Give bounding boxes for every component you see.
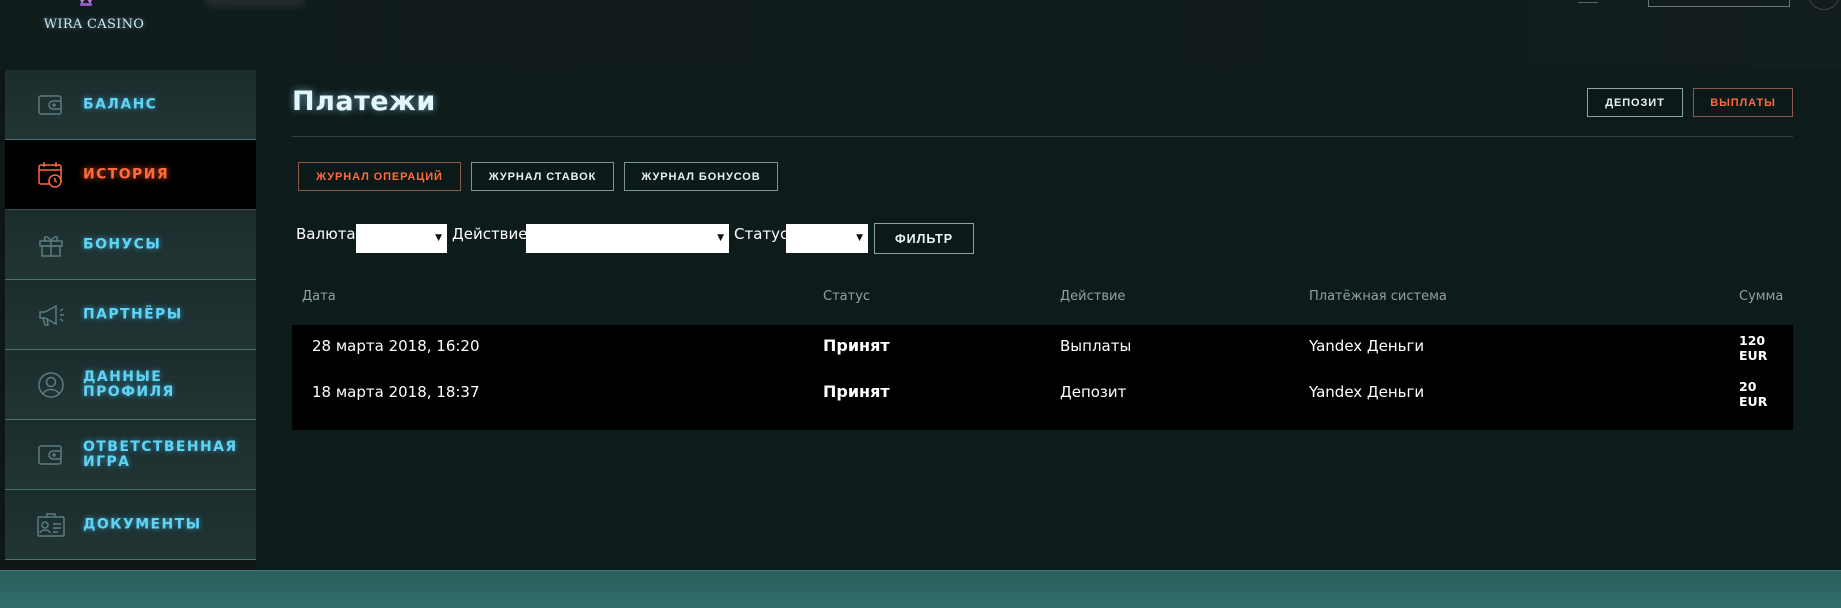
row-status: Принят xyxy=(823,336,890,355)
id-card-icon xyxy=(37,513,65,537)
sidebar-item-label: ДОКУМЕНТЫ xyxy=(83,516,202,532)
avatar[interactable] xyxy=(1808,0,1840,10)
top-header: WIRA CASINO xyxy=(0,0,1841,70)
tab-bets-log[interactable]: ЖУРНАЛ СТАВОК xyxy=(471,162,614,191)
column-header-payment-system: Платёжная система xyxy=(1309,289,1447,304)
row-amount: 120 EUR xyxy=(1739,333,1767,363)
sidebar-item-history[interactable]: ИСТОРИЯ xyxy=(5,140,256,210)
sidebar-item-balance[interactable]: БАЛАНС xyxy=(5,70,256,140)
sidebar-item-label: ИСТОРИЯ xyxy=(83,166,170,182)
wallet-icon xyxy=(38,95,62,115)
row-payment-system: Yandex Деньги xyxy=(1309,337,1425,355)
title-divider xyxy=(292,136,1793,137)
row-action: Депозит xyxy=(1060,383,1127,401)
action-select[interactable]: ▼ xyxy=(526,224,729,253)
sidebar-item-label: ПАРТНЁРЫ xyxy=(83,306,183,322)
dropdown-arrow-icon: ▼ xyxy=(856,233,863,243)
logo-text[interactable]: WIRA CASINO xyxy=(40,17,148,32)
amount-currency: EUR xyxy=(1739,394,1768,409)
status-select[interactable]: ▼ xyxy=(786,224,868,253)
row-payment-system: Yandex Деньги xyxy=(1309,383,1425,401)
column-header-action: Действие xyxy=(1060,289,1126,304)
sidebar-item-bonuses[interactable]: БОНУСЫ xyxy=(5,210,256,280)
row-date: 18 марта 2018, 18:37 xyxy=(312,383,480,401)
currency-select[interactable]: ▼ xyxy=(356,224,447,253)
calendar-clock-icon xyxy=(38,162,62,188)
wallet-icon xyxy=(38,445,62,465)
page-title: Платежи xyxy=(292,86,436,117)
tab-operations-log[interactable]: ЖУРНАЛ ОПЕРАЦИЙ xyxy=(298,162,461,191)
header-field[interactable] xyxy=(1648,0,1790,7)
footer-band xyxy=(0,570,1841,608)
action-label: Действие xyxy=(452,225,528,243)
sidebar-item-profile[interactable]: ДАННЫЕ ПРОФИЛЯ xyxy=(5,350,256,420)
filter-button[interactable]: ФИЛЬТР xyxy=(874,223,974,254)
user-icon xyxy=(38,372,64,398)
sidebar-item-partners[interactable]: ПАРТНЁРЫ xyxy=(5,280,256,350)
header-decoration xyxy=(205,0,305,8)
menu-icon[interactable] xyxy=(1578,2,1598,3)
megaphone-icon xyxy=(39,304,64,326)
dropdown-arrow-icon: ▼ xyxy=(435,233,442,243)
dropdown-arrow-icon: ▼ xyxy=(717,233,724,243)
sidebar: БАЛАНС ИСТОРИЯ БОНУСЫ ПАРТНЁРЫ ДАННЫЕ ПР… xyxy=(5,70,256,570)
row-date: 28 марта 2018, 16:20 xyxy=(312,337,480,355)
sidebar-item-label: ДАННЫЕ ПРОФИЛЯ xyxy=(83,368,175,400)
row-action: Выплаты xyxy=(1060,337,1132,355)
status-label: Статус xyxy=(734,225,789,243)
operations-table: 28 марта 2018, 16:20 Принят Выплаты Yand… xyxy=(292,325,1793,430)
amount-value: 120 xyxy=(1739,333,1766,348)
column-header-status: Статус xyxy=(823,289,871,304)
gift-icon xyxy=(39,236,63,257)
main-content: Платежи ДЕПОЗИТ ВЫПЛАТЫ ЖУРНАЛ ОПЕРАЦИЙ … xyxy=(256,70,1841,570)
deposit-button[interactable]: ДЕПОЗИТ xyxy=(1587,88,1683,117)
sidebar-item-label: ОТВЕТСТВЕННАЯ ИГРА xyxy=(83,438,238,470)
currency-label: Валюта xyxy=(296,225,356,243)
sidebar-item-responsible-gaming[interactable]: ОТВЕТСТВЕННАЯ ИГРА xyxy=(5,420,256,490)
amount-currency: EUR xyxy=(1739,348,1768,363)
row-amount: 20 EUR xyxy=(1739,379,1767,409)
tab-bonuses-log[interactable]: ЖУРНАЛ БОНУСОВ xyxy=(624,162,778,191)
amount-value: 20 xyxy=(1739,379,1757,394)
sidebar-item-label: БАЛАНС xyxy=(83,96,158,112)
withdraw-button[interactable]: ВЫПЛАТЫ xyxy=(1693,88,1793,117)
sidebar-item-documents[interactable]: ДОКУМЕНТЫ xyxy=(5,490,256,560)
logo-icon xyxy=(80,0,92,6)
column-header-amount: Сумма xyxy=(1739,289,1784,304)
row-status: Принят xyxy=(823,382,890,401)
column-header-date: Дата xyxy=(302,289,336,304)
sidebar-item-label: БОНУСЫ xyxy=(83,236,162,252)
